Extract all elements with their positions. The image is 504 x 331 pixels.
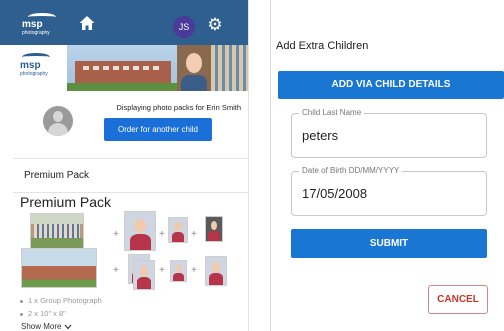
photo-pack-page: msp photography JS ⚙ msp photography Dis… — [0, 0, 249, 331]
pack-portrait-wallet — [205, 256, 227, 286]
plus-icon: + — [159, 265, 165, 276]
banner-student-portrait — [177, 45, 211, 91]
submit-button[interactable]: SUBMIT — [291, 229, 487, 258]
pack-selector-row[interactable]: Premium Pack — [13, 159, 248, 193]
user-avatar[interactable]: JS — [173, 16, 195, 38]
pack-item: 2 x 10" x 8" — [20, 309, 66, 318]
date-of-birth-label: Date of Birth DD/MM/YYYY — [299, 166, 403, 176]
plus-icon: + — [191, 265, 197, 276]
pack-item: 1 x Group Photograph — [20, 296, 102, 305]
child-last-name-field[interactable]: Child Last Name peters — [291, 108, 487, 158]
date-of-birth-field[interactable]: Date of Birth DD/MM/YYYY 17/05/2008 — [291, 166, 487, 216]
school-banner: msp photography — [13, 45, 248, 91]
logo-brand-name: msp — [22, 19, 43, 30]
plus-icon: + — [159, 229, 165, 240]
bullet-dot — [20, 299, 23, 303]
pack-portrait-large — [124, 211, 156, 251]
banner-lawn — [67, 83, 177, 91]
displaying-packs-text: Displaying photo packs for Erin Smith — [116, 103, 241, 112]
msp-logo[interactable]: msp photography — [22, 13, 66, 37]
logo-brand-sub: photography — [22, 30, 50, 36]
pack-item-label: 1 x Group Photograph — [28, 296, 102, 305]
banner-logo-sub: photography — [20, 71, 48, 77]
add-children-dialog: Add Extra Children ADD VIA CHILD DETAILS… — [270, 0, 504, 331]
pack-portrait-small — [170, 260, 187, 282]
banner-logo-name: msp — [20, 60, 41, 71]
show-more-label: Show More — [21, 322, 62, 331]
cancel-button[interactable]: CANCEL — [428, 285, 488, 314]
add-via-child-details-button[interactable]: ADD VIA CHILD DETAILS — [278, 71, 504, 99]
plus-icon: + — [191, 229, 197, 240]
child-profile-row: Displaying photo packs for Erin Smith Or… — [13, 91, 248, 159]
home-icon[interactable] — [78, 14, 96, 32]
banner-school-building — [75, 61, 171, 83]
chevron-down-icon — [64, 324, 72, 330]
pack-portrait-set-2 — [133, 260, 155, 290]
child-avatar-icon — [43, 106, 73, 136]
show-more-link[interactable]: Show More — [21, 322, 72, 331]
pack-group-photo — [30, 213, 84, 249]
banner-logo: msp photography — [13, 45, 67, 91]
pack-portrait-medium — [168, 217, 188, 243]
pack-title: Premium Pack — [20, 194, 112, 210]
pack-selector-label: Premium Pack — [24, 170, 90, 181]
date-of-birth-value[interactable]: 17/05/2008 — [302, 186, 367, 201]
child-last-name-value[interactable]: peters — [302, 128, 338, 143]
dialog-title: Add Extra Children — [276, 40, 369, 52]
pack-school-photo — [21, 248, 97, 288]
top-nav-bar: msp photography JS ⚙ — [0, 0, 248, 45]
pack-item-label: 2 x 10" x 8" — [28, 309, 66, 318]
plus-icon: + — [113, 265, 119, 276]
order-another-child-button[interactable]: Order for another child — [104, 118, 212, 141]
gear-icon[interactable]: ⚙ — [206, 16, 224, 34]
pack-portrait-bw — [205, 216, 223, 242]
plus-icon: + — [113, 229, 119, 240]
banner-group-photo — [211, 45, 248, 91]
bullet-dot — [20, 312, 23, 316]
child-last-name-label: Child Last Name — [299, 108, 365, 118]
